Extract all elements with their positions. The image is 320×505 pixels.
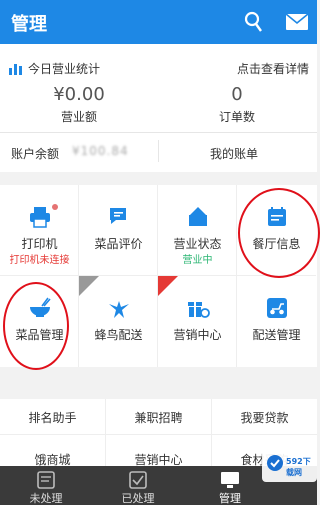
- search-icon[interactable]: [244, 11, 264, 33]
- marketing-icon: [188, 302, 210, 318]
- grid-item-label: 菜品评价: [94, 237, 143, 251]
- grid-item-hummingbird-delivery[interactable]: 蜂鸟配送: [79, 276, 158, 367]
- watermark-text: 592下载网: [286, 457, 311, 477]
- corner-tag: [158, 276, 178, 296]
- grid-item-label: 打印机: [21, 237, 58, 251]
- grid-item-label: 蜂鸟配送: [94, 328, 143, 342]
- orders-label: 订单数: [218, 110, 255, 124]
- tab-label: 管理: [219, 492, 241, 505]
- tab-unprocessed[interactable]: 未处理: [0, 466, 92, 505]
- daily-stats-card: 今日营业统计 点击查看详情 ¥0.00 营业额 0 订单数 账户余额 ¥100.…: [0, 44, 317, 172]
- top-bar: 管理: [0, 0, 317, 44]
- list-icon: [37, 471, 55, 489]
- tab-processed[interactable]: 已处理: [92, 466, 184, 505]
- hummingbird-icon: [109, 301, 129, 318]
- divider: [0, 434, 317, 435]
- orders-value: 0: [231, 84, 243, 105]
- page-title: 管理: [11, 14, 47, 35]
- corner-tag: [79, 276, 99, 296]
- divider: [105, 399, 106, 469]
- orders-metric[interactable]: 0 订单数: [158, 85, 316, 125]
- grid-item-label: 营销中心: [173, 328, 222, 342]
- grid-item-dish-reviews[interactable]: 菜品评价: [79, 185, 158, 276]
- balance-value: ¥100.84: [72, 144, 129, 158]
- highlight-circle: [3, 282, 69, 370]
- link-ranking-assistant[interactable]: 排名助手: [0, 409, 105, 426]
- chat-icon: [110, 208, 126, 224]
- revenue-value: ¥0.00: [53, 84, 105, 105]
- checklist-icon: [129, 471, 147, 489]
- divider: [0, 132, 317, 133]
- grid-item-label: 配送管理: [252, 328, 301, 342]
- tab-label: 未处理: [29, 492, 63, 505]
- printer-status: 打印机未连接: [9, 255, 70, 266]
- shop-icon: [189, 207, 207, 226]
- business-status-value: 营业中: [182, 255, 213, 266]
- grid-item-delivery-management[interactable]: 配送管理: [237, 276, 316, 367]
- grid-item-label: 营业状态: [173, 237, 222, 251]
- my-bills-link[interactable]: 我的账单: [210, 145, 258, 162]
- revenue-label: 营业额: [60, 110, 97, 124]
- grid-item-printer[interactable]: 打印机 打印机未连接: [0, 185, 79, 276]
- watermark-logo-icon: [267, 455, 283, 471]
- link-part-time-jobs[interactable]: 兼职招聘: [106, 409, 211, 426]
- highlight-circle: [238, 188, 320, 278]
- grid-item-business-status[interactable]: 营业状态 营业中: [158, 185, 237, 276]
- alert-dot: [52, 204, 58, 210]
- revenue-metric[interactable]: ¥0.00 营业额: [0, 85, 158, 125]
- mail-icon[interactable]: [285, 13, 309, 31]
- scooter-icon: [267, 298, 287, 318]
- watermark: 592下载网: [262, 446, 317, 482]
- link-loans[interactable]: 我要贷款: [212, 409, 317, 426]
- printer-icon: [30, 207, 50, 228]
- view-details-link[interactable]: 点击查看详情: [237, 60, 309, 77]
- tab-label: 已处理: [121, 492, 155, 505]
- divider: [158, 140, 159, 162]
- monitor-icon: [221, 472, 239, 488]
- balance-label: 账户余额: [11, 147, 60, 161]
- bar-chart-icon: [9, 64, 22, 75]
- grid-item-marketing-center[interactable]: 营销中心: [158, 276, 237, 367]
- stats-title: 今日营业统计: [28, 62, 101, 76]
- divider: [211, 399, 212, 469]
